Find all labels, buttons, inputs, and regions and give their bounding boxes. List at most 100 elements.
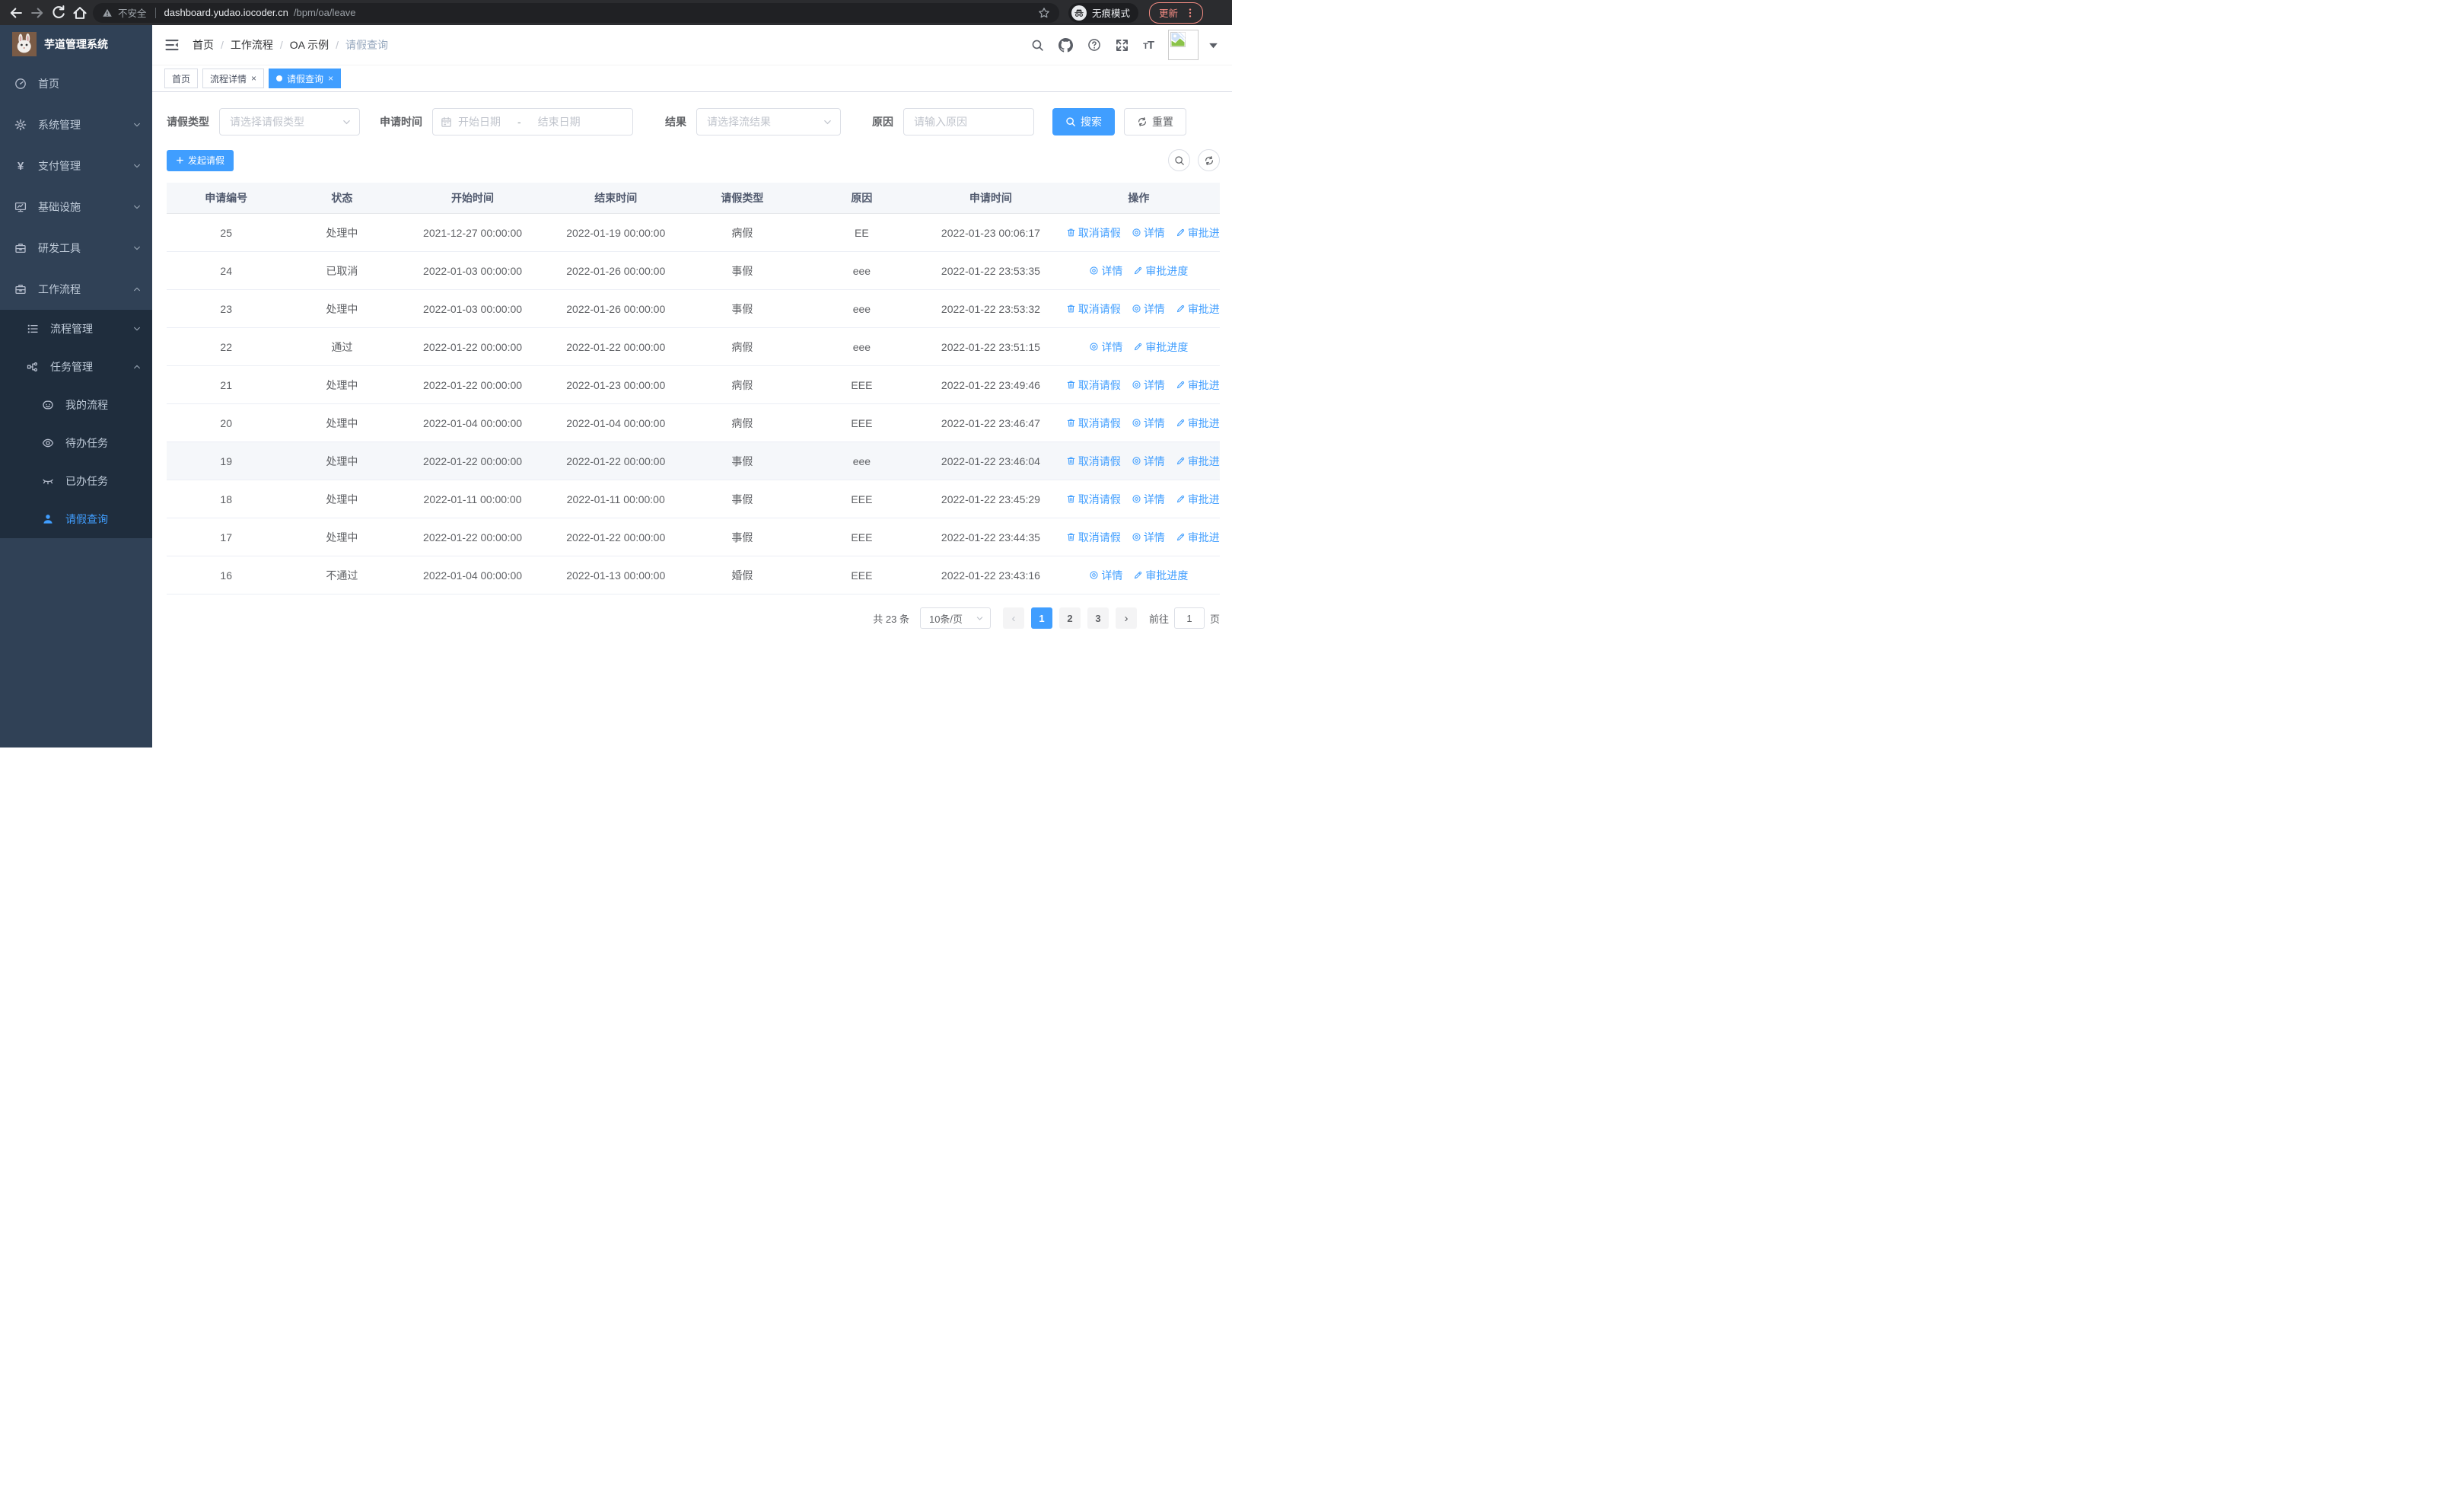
cell-reason: EEE [799, 518, 925, 556]
browser-menu-dots-icon[interactable] [1185, 8, 1195, 18]
sidebar-item-label: 流程管理 [50, 323, 93, 335]
action-progress-link[interactable]: 审批进度 [1176, 454, 1220, 469]
apply-time-range-picker[interactable]: 开始日期 - 结束日期 [432, 108, 633, 135]
prev-page-button[interactable]: ‹ [1002, 607, 1024, 629]
breadcrumb-item-1[interactable]: 工作流程 [231, 37, 273, 53]
sidebar-item-label: 任务管理 [50, 361, 93, 373]
page-button-2[interactable]: 2 [1059, 607, 1081, 629]
reset-button[interactable]: 重置 [1124, 108, 1186, 135]
action-progress-link[interactable]: 审批进度 [1176, 378, 1220, 393]
show-search-button[interactable] [1168, 149, 1190, 171]
action-progress-link[interactable]: 审批进度 [1133, 568, 1188, 583]
leave-type-select[interactable]: 请选择请假类型 [219, 108, 360, 135]
sidebar-subitem-5[interactable]: 请假查询 [0, 500, 152, 538]
cell-actions: 详情 审批进度 [1057, 556, 1220, 594]
search-icon[interactable] [1031, 39, 1044, 52]
page-size-select[interactable]: 10条/页 [919, 607, 991, 629]
reason-input[interactable] [903, 108, 1034, 135]
action-detail-link[interactable]: 详情 [1089, 263, 1122, 279]
sidebar-subitem-1[interactable]: 任务管理 [0, 348, 152, 386]
action-progress-link[interactable]: 审批进度 [1176, 416, 1220, 431]
browser-update-button[interactable]: 更新 [1149, 2, 1204, 24]
cell-end-time: 2022-01-13 00:00:00 [546, 556, 685, 594]
action-detail-link[interactable]: 详情 [1089, 339, 1122, 355]
action-cancel-link[interactable]: 取消请假 [1066, 301, 1121, 317]
close-icon[interactable]: × [251, 74, 256, 83]
tab-1[interactable]: 流程详情 × [202, 69, 265, 88]
action-detail-link[interactable]: 详情 [1132, 454, 1165, 469]
create-leave-button[interactable]: 发起请假 [167, 149, 234, 171]
bookmark-star-icon[interactable] [1038, 7, 1050, 19]
action-progress-link[interactable]: 审批进度 [1176, 301, 1220, 317]
action-cancel-link[interactable]: 取消请假 [1066, 378, 1121, 393]
action-label: 审批进度 [1145, 264, 1189, 277]
sidebar-subitem-3[interactable]: 待办任务 [0, 424, 152, 462]
browser-forward-icon[interactable] [29, 5, 46, 21]
sidebar-item-5[interactable]: 工作流程 [0, 269, 152, 310]
action-cancel-link[interactable]: 取消请假 [1066, 454, 1121, 469]
font-size-icon[interactable]: TT [1143, 39, 1154, 52]
action-detail-link[interactable]: 详情 [1132, 378, 1165, 393]
pagination: 共 23 条 10条/页 ‹ 123 › 前往 页 [167, 607, 1220, 629]
search-button[interactable]: 搜索 [1052, 108, 1115, 135]
action-detail-link[interactable]: 详情 [1089, 568, 1122, 583]
security-label[interactable]: 不安全 [118, 5, 147, 20]
cell-end-time: 2022-01-22 00:00:00 [546, 518, 685, 556]
url-path: /bpm/oa/leave [293, 7, 356, 18]
action-detail-link[interactable]: 详情 [1132, 416, 1165, 431]
fullscreen-icon[interactable] [1116, 39, 1129, 52]
action-detail-link[interactable]: 详情 [1132, 225, 1165, 241]
pen-icon [1176, 532, 1186, 542]
browser-back-icon[interactable] [8, 5, 24, 21]
action-detail-link[interactable]: 详情 [1132, 301, 1165, 317]
github-icon[interactable] [1059, 37, 1074, 53]
sidebar-item-1[interactable]: 系统管理 [0, 104, 152, 145]
cell-start-time: 2022-01-11 00:00:00 [398, 480, 547, 518]
pen-icon [1133, 570, 1143, 580]
refresh-table-button[interactable] [1198, 149, 1220, 171]
close-icon[interactable]: × [328, 74, 333, 83]
action-cancel-link[interactable]: 取消请假 [1066, 225, 1121, 241]
cell-id: 19 [167, 441, 286, 480]
address-bar[interactable]: 不安全 dashboard.yudao.iocoder.cn/bpm/oa/le… [93, 2, 1059, 23]
result-select[interactable]: 请选择流结果 [696, 108, 841, 135]
sidebar-item-3[interactable]: 基础设施 [0, 186, 152, 228]
chevron-down-icon[interactable] [1207, 39, 1220, 52]
sidebar-item-label: 基础设施 [38, 201, 81, 213]
action-cancel-link[interactable]: 取消请假 [1066, 416, 1121, 431]
sidebar-subitem-2[interactable]: 我的流程 [0, 386, 152, 424]
breadcrumb-item-2[interactable]: OA 示例 [290, 37, 329, 53]
sidebar-subitem-0[interactable]: 流程管理 [0, 310, 152, 348]
sidebar-item-0[interactable]: 首页 [0, 63, 152, 104]
action-label: 详情 [1143, 492, 1165, 505]
sidebar-item-2[interactable]: ¥ 支付管理 [0, 145, 152, 186]
table-row: 19 处理中 2022-01-22 00:00:00 2022-01-22 00:00… [167, 441, 1220, 480]
action-progress-link[interactable]: 审批进度 [1176, 225, 1220, 241]
goto-page-input[interactable] [1173, 607, 1205, 629]
action-progress-link[interactable]: 审批进度 [1176, 492, 1220, 507]
next-page-button[interactable]: › [1115, 607, 1137, 629]
tab-2[interactable]: 请假查询 × [269, 69, 342, 88]
action-progress-link[interactable]: 审批进度 [1176, 530, 1220, 545]
action-detail-link[interactable]: 详情 [1132, 492, 1165, 507]
action-progress-link[interactable]: 审批进度 [1133, 339, 1188, 355]
action-cancel-link[interactable]: 取消请假 [1066, 530, 1121, 545]
cell-status: 处理中 [285, 518, 399, 556]
action-cancel-link[interactable]: 取消请假 [1066, 492, 1121, 507]
sidebar-subitem-4[interactable]: 已办任务 [0, 462, 152, 500]
eye-icon [1089, 266, 1099, 276]
page-button-3[interactable]: 3 [1087, 607, 1109, 629]
action-label: 审批进度 [1187, 378, 1220, 391]
help-icon[interactable] [1087, 38, 1101, 52]
browser-reload-icon[interactable] [50, 5, 67, 21]
action-progress-link[interactable]: 审批进度 [1133, 263, 1188, 279]
tab-0[interactable]: 首页 [164, 69, 199, 88]
browser-home-icon[interactable] [72, 5, 88, 21]
action-detail-link[interactable]: 详情 [1132, 530, 1165, 545]
page-button-1[interactable]: 1 [1030, 607, 1052, 629]
avatar[interactable] [1168, 30, 1199, 60]
sidebar-item-4[interactable]: 研发工具 [0, 228, 152, 269]
sidebar-item-label: 研发工具 [38, 242, 81, 254]
breadcrumb-item-0[interactable]: 首页 [193, 37, 214, 53]
sidebar-collapse-icon[interactable] [164, 37, 180, 53]
